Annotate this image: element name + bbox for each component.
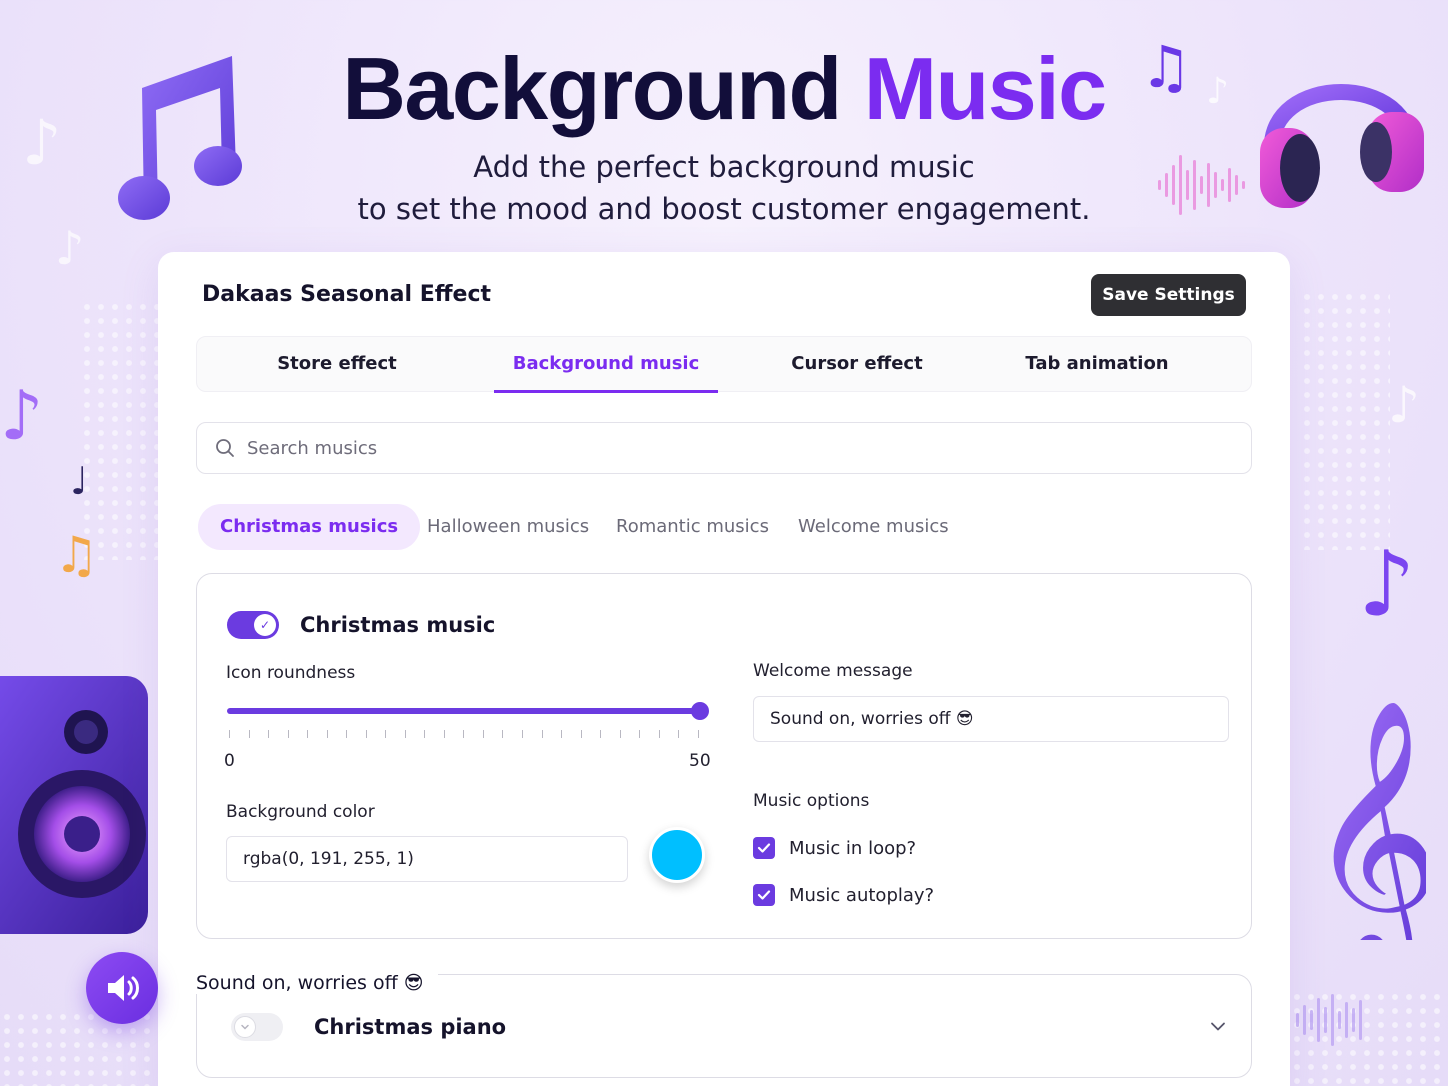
speaker-icon <box>0 676 148 934</box>
christmas-piano-toggle[interactable] <box>231 1013 283 1041</box>
tab-bar: Store effect Background music Cursor eff… <box>196 336 1252 393</box>
hero-title: Background Music <box>0 38 1448 140</box>
slider-ticks <box>229 730 699 738</box>
tab-background-music[interactable]: Background music <box>494 337 718 393</box>
icon-roundness-slider-track[interactable] <box>227 708 701 714</box>
svg-text:𝄞: 𝄞 <box>1306 700 1426 940</box>
check-icon: ✓ <box>254 614 276 636</box>
category-welcome[interactable]: Welcome musics <box>798 504 949 550</box>
sound-toggle-button[interactable] <box>86 952 158 1024</box>
color-swatch[interactable] <box>649 827 705 883</box>
christmas-music-panel: ✓ Christmas music Icon roundness 0 50 Ba… <box>196 573 1252 939</box>
search-icon <box>216 439 234 457</box>
christmas-piano-title: Christmas piano <box>314 1015 507 1039</box>
volume-icon <box>108 975 139 1001</box>
app-title: Dakaas Seasonal Effect <box>202 282 492 307</box>
music-autoplay-checkbox[interactable] <box>753 884 775 906</box>
music-loop-checkbox[interactable] <box>753 837 775 859</box>
music-note-icon: ♪ <box>55 221 85 275</box>
music-note-icon: ♫ <box>54 526 99 584</box>
save-settings-button[interactable]: Save Settings <box>1091 274 1246 316</box>
music-options-label: Music options <box>753 791 870 811</box>
background-color-input[interactable]: rgba(0, 191, 255, 1) <box>226 836 628 882</box>
music-note-icon: ♪ <box>1358 532 1416 637</box>
search-input[interactable] <box>247 431 1227 465</box>
category-halloween[interactable]: Halloween musics <box>427 504 589 550</box>
music-note-icon: ♪ <box>0 377 44 456</box>
search-box <box>196 422 1252 474</box>
chevron-down-icon <box>234 1016 256 1038</box>
christmas-music-toggle[interactable]: ✓ <box>227 611 279 639</box>
bg-dots-right <box>1300 290 1390 550</box>
music-autoplay-label: Music autoplay? <box>789 885 935 906</box>
treble-clef-icon: 𝄞 <box>1306 700 1426 940</box>
icon-roundness-slider-thumb[interactable] <box>691 702 709 720</box>
welcome-message-input[interactable]: Sound on, worries off 😎 <box>753 696 1229 742</box>
settings-card: Dakaas Seasonal Effect Save Settings Sto… <box>158 252 1290 1086</box>
bg-dots-bottom-left <box>0 1010 160 1086</box>
hero-subtitle-line2: to set the mood and boost customer engag… <box>357 192 1091 226</box>
music-note-icon: ♩ <box>70 459 88 503</box>
waveform-decoration <box>1296 990 1362 1050</box>
background-color-label: Background color <box>226 802 375 822</box>
music-note-icon: ♪ <box>1388 376 1420 434</box>
music-loop-label: Music in loop? <box>789 838 917 859</box>
bg-dots-left <box>80 300 160 560</box>
tab-store-effect[interactable]: Store effect <box>247 337 427 393</box>
check-icon <box>757 843 771 853</box>
christmas-piano-legend: Sound on, worries off 😎 <box>194 972 438 994</box>
category-romantic[interactable]: Romantic musics <box>616 504 769 550</box>
hero-title-main: Background <box>342 39 842 138</box>
tab-tab-animation[interactable]: Tab animation <box>1015 337 1179 393</box>
tab-cursor-effect[interactable]: Cursor effect <box>777 337 937 393</box>
welcome-message-label: Welcome message <box>753 661 913 681</box>
hero-subtitle-line1: Add the perfect background music <box>473 150 975 184</box>
hero-title-accent: Music <box>863 39 1107 138</box>
check-icon <box>757 890 771 900</box>
slider-min-label: 0 <box>224 751 235 771</box>
panel-title: Christmas music <box>300 613 496 637</box>
icon-roundness-label: Icon roundness <box>226 663 356 683</box>
chevron-down-icon[interactable] <box>1209 1017 1227 1035</box>
category-christmas[interactable]: Christmas musics <box>198 504 421 550</box>
slider-max-label: 50 <box>689 751 711 771</box>
